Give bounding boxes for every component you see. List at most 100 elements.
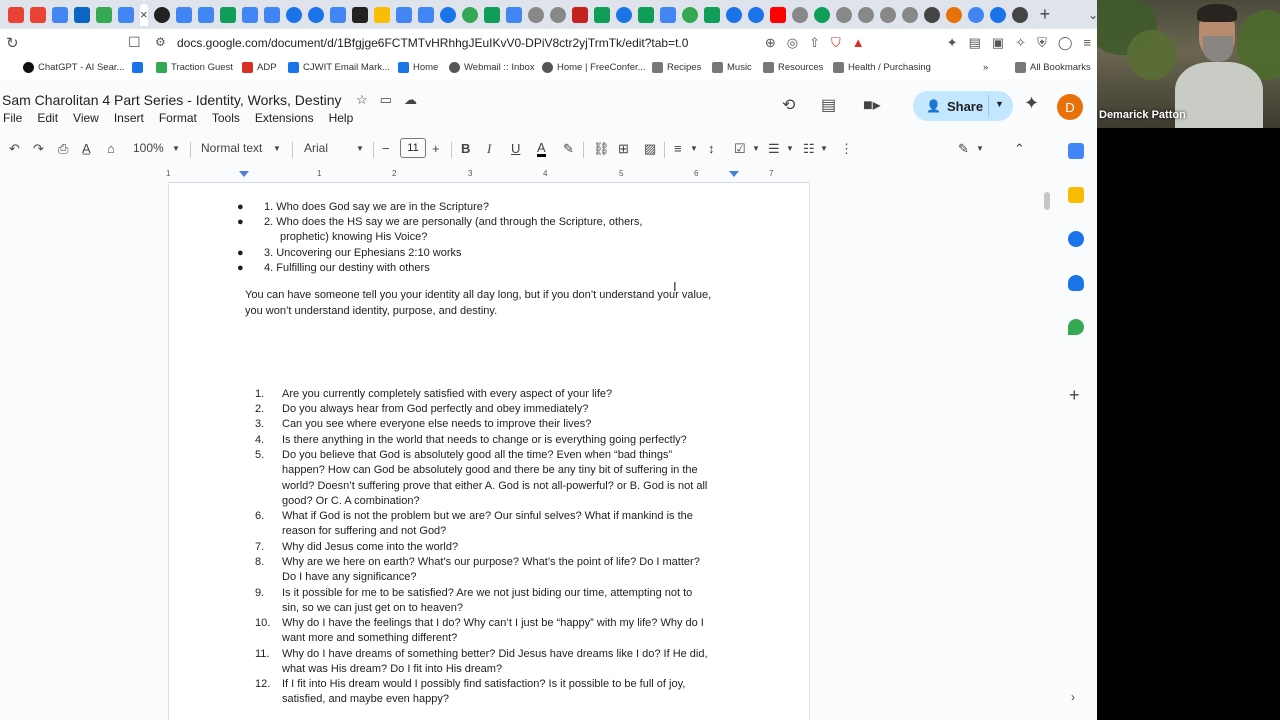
site-tab-icon[interactable] — [923, 6, 940, 23]
calendar-icon[interactable] — [1068, 143, 1084, 159]
chatgpt-tab-icon[interactable] — [153, 6, 170, 23]
font-size-input[interactable]: 11 — [400, 138, 426, 158]
site-tab-icon[interactable] — [439, 6, 456, 23]
star-icon[interactable]: ☆ — [356, 92, 368, 108]
site-info-icon[interactable]: ⚙ — [155, 35, 166, 49]
maps-icon[interactable] — [1068, 319, 1084, 335]
site-tab-icon[interactable] — [1011, 6, 1028, 23]
gmail-tab-icon[interactable] — [8, 6, 24, 23]
add-comment-icon[interactable]: ⊞ — [618, 141, 629, 157]
bookmark-folder[interactable]: Music — [712, 62, 752, 73]
bulleted-list-icon[interactable]: ☰ — [768, 141, 780, 157]
bookmark-item[interactable]: ADP — [242, 62, 277, 73]
zoom-icon[interactable]: ⊕ — [765, 35, 776, 51]
site-tab-icon[interactable] — [307, 6, 324, 23]
zoom-select[interactable]: 100% — [133, 141, 164, 155]
site-tab-icon[interactable] — [901, 6, 918, 23]
site-tab-icon[interactable] — [791, 6, 808, 23]
bulleted-list-dropdown-icon[interactable]: ▼ — [786, 144, 794, 153]
docs-tab-icon[interactable] — [175, 6, 192, 23]
site-tab-icon[interactable] — [681, 6, 698, 23]
site-tab-icon[interactable] — [747, 6, 764, 23]
bookmark-folder[interactable]: Recipes — [652, 62, 701, 73]
comments-icon[interactable]: ▤ — [821, 95, 836, 115]
linkedin-tab-icon[interactable] — [74, 6, 90, 23]
menu-format[interactable]: Format — [159, 111, 197, 125]
bookmark-icon[interactable]: ☐ — [128, 34, 141, 51]
editing-mode-icon[interactable]: ✎ — [958, 141, 969, 157]
site-tab-icon[interactable] — [857, 6, 874, 23]
print-icon[interactable]: ⎙ — [58, 141, 68, 157]
extension-shield-icon[interactable]: ⛉ — [831, 35, 841, 51]
sheets-tab-icon[interactable] — [703, 6, 720, 23]
collapse-menus-icon[interactable]: ⌃ — [1014, 141, 1025, 157]
ruler[interactable]: 1 1 2 3 4 5 6 7 — [166, 169, 810, 183]
move-folder-icon[interactable]: ▭ — [380, 92, 392, 108]
site-tab-icon[interactable] — [571, 6, 588, 23]
expand-panel-icon[interactable]: › — [1071, 690, 1075, 704]
site-tab-icon[interactable] — [461, 6, 478, 23]
sheets-tab-icon[interactable] — [593, 6, 610, 23]
undo-icon[interactable]: ↶ — [9, 141, 20, 157]
account-avatar[interactable]: D — [1057, 94, 1083, 120]
tasks-icon[interactable] — [1068, 231, 1084, 247]
extension-warning-icon[interactable]: ▲ — [852, 35, 865, 51]
extensions-icon[interactable]: ✦ — [947, 35, 958, 51]
url-field[interactable]: docs.google.com/document/d/1Bfgjge6FCTMT… — [177, 36, 688, 50]
more-options-icon[interactable]: ⋮ — [840, 141, 853, 157]
docs-tab-icon[interactable] — [52, 6, 68, 23]
bookmark-item[interactable] — [132, 62, 143, 73]
increase-font-icon[interactable]: + — [432, 141, 440, 156]
editing-mode-dropdown-icon[interactable]: ▼ — [976, 144, 984, 153]
site-tab-icon[interactable] — [835, 6, 852, 23]
docs-tab-icon[interactable] — [395, 6, 412, 23]
bookmark-item[interactable]: Webmail :: Inbox — [449, 62, 535, 73]
bookmark-folder[interactable]: Health / Purchasing — [833, 62, 931, 73]
gemini-icon[interactable]: ✧ — [1015, 35, 1026, 51]
active-tab[interactable]: × — [140, 3, 148, 26]
drive-tab-icon[interactable] — [96, 6, 112, 23]
sheets-tab-icon[interactable] — [219, 6, 236, 23]
site-tab-icon[interactable] — [527, 6, 544, 23]
sheets-tab-icon[interactable] — [483, 6, 500, 23]
insert-image-icon[interactable]: ▨ — [644, 141, 656, 157]
redo-icon[interactable]: ↷ — [33, 141, 44, 157]
password-icon[interactable]: ⛨ — [1037, 35, 1047, 51]
share-dropdown-icon[interactable]: ▼ — [995, 99, 1004, 109]
share-button[interactable]: 👤 Share ▼ — [913, 91, 1013, 121]
contacts-icon[interactable] — [1068, 275, 1084, 291]
new-tab-button[interactable]: + — [1040, 4, 1051, 25]
link-icon[interactable]: ⛓ — [593, 141, 610, 157]
italic-icon[interactable]: I — [487, 141, 491, 157]
docs-tab-icon[interactable] — [659, 6, 676, 23]
all-bookmarks-folder[interactable]: All Bookmarks — [1015, 62, 1091, 73]
share-page-icon[interactable]: ⇧ — [809, 35, 820, 51]
bookmark-folder[interactable]: Resources — [763, 62, 823, 73]
bookmark-item[interactable]: ChatGPT - AI Sear... — [23, 62, 124, 73]
menu-help[interactable]: Help — [329, 111, 354, 125]
docs-tab-icon[interactable] — [197, 6, 214, 23]
zoom-dropdown-icon[interactable]: ▼ — [172, 144, 180, 153]
underline-icon[interactable]: U — [511, 141, 520, 156]
menu-tools[interactable]: Tools — [212, 111, 240, 125]
bookmark-item[interactable]: Home | FreeConfer... — [542, 62, 646, 73]
align-dropdown-icon[interactable]: ▼ — [690, 144, 698, 153]
tab-close-icon[interactable]: × — [140, 7, 148, 22]
meet-icon[interactable]: ■▸ — [863, 95, 881, 115]
site-tab-icon[interactable] — [351, 6, 368, 23]
scrollbar-thumb[interactable] — [1044, 192, 1050, 210]
cloud-saved-icon[interactable]: ☁ — [404, 92, 417, 108]
docs-tab-icon[interactable] — [241, 6, 258, 23]
right-indent-marker[interactable] — [729, 171, 739, 177]
bookmark-item[interactable]: CJWIT Email Mark... — [288, 62, 390, 73]
checklist-icon[interactable]: ☑ — [734, 141, 746, 157]
reading-list-icon[interactable]: ▤ — [969, 35, 981, 51]
version-history-icon[interactable]: ⟲ — [782, 95, 795, 115]
site-tab-icon[interactable] — [879, 6, 896, 23]
menu-file[interactable]: File — [3, 111, 22, 125]
document-title[interactable]: Sam Charolitan 4 Part Series - Identity,… — [2, 92, 342, 108]
decrease-font-icon[interactable]: − — [382, 141, 390, 156]
site-tab-icon[interactable] — [813, 6, 830, 23]
menu-insert[interactable]: Insert — [114, 111, 144, 125]
align-icon[interactable]: ≡ — [674, 141, 682, 156]
